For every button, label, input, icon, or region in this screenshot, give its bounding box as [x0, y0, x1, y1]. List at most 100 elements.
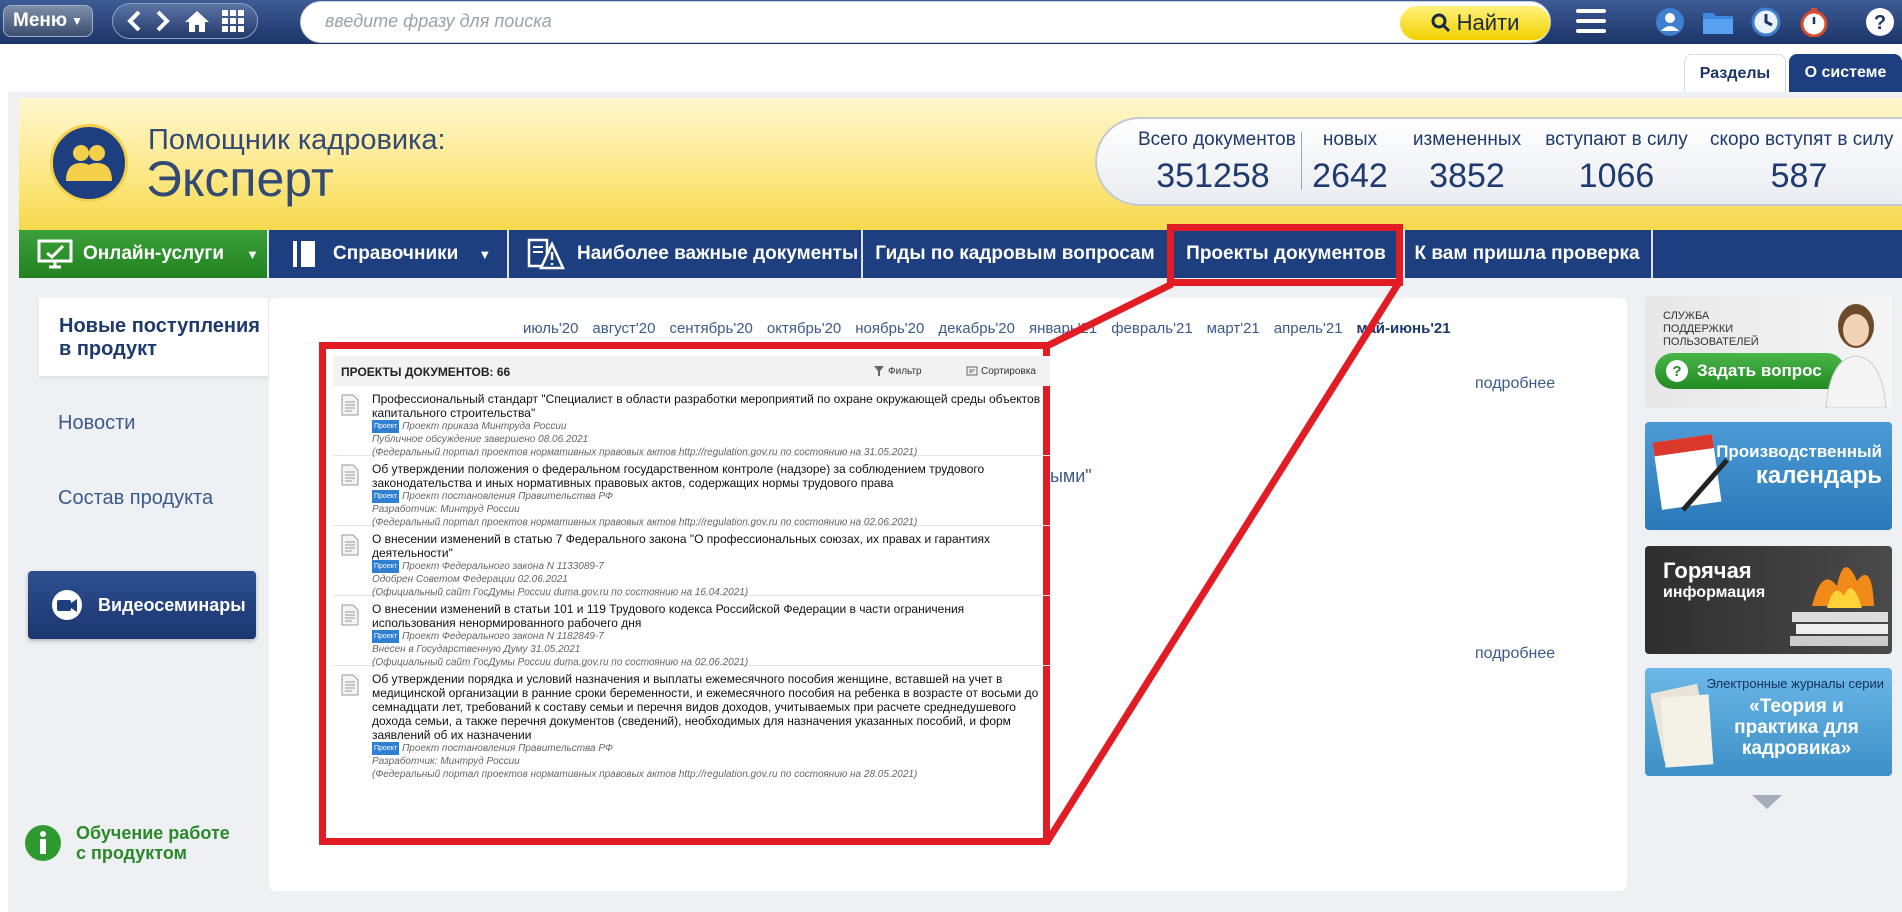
- nav-inspection[interactable]: К вам пришла проверка: [1405, 230, 1649, 278]
- month-tab[interactable]: июль'20: [523, 320, 578, 337]
- stat-soon-value: 587: [1770, 157, 1828, 195]
- brand-title: Эксперт: [146, 151, 334, 207]
- search-button[interactable]: Найти: [1400, 6, 1550, 40]
- support-operator-image: [1825, 304, 1887, 408]
- month-tab[interactable]: ноябрь'20: [855, 320, 924, 337]
- nav-online-label: Онлайн-услуги: [83, 243, 225, 264]
- project-item[interactable]: Об утверждении положения о федеральном г…: [333, 456, 1050, 528]
- stat-changed[interactable]: измененных 3852: [1412, 129, 1522, 196]
- product-logo: [50, 124, 128, 202]
- month-tab[interactable]: апрель'21: [1274, 320, 1343, 337]
- month-tab[interactable]: январь'21: [1029, 320, 1097, 337]
- training-link[interactable]: Обучение работе с продуктом: [24, 823, 236, 863]
- back-icon[interactable]: [125, 9, 143, 33]
- search-bar: Найти: [300, 1, 1551, 43]
- project-item[interactable]: О внесении изменений в статьи 101 и 119 …: [333, 596, 1050, 668]
- month-selector: июль'20 август'20 сентябрь'20 октябрь'20…: [523, 320, 1451, 337]
- nav-guides-label: Гиды по кадровым вопросам: [875, 243, 1155, 264]
- month-tab-current[interactable]: май-июнь'21: [1357, 320, 1451, 337]
- month-tab[interactable]: февраль'21: [1111, 320, 1192, 337]
- stat-total[interactable]: Всего документов 351258: [1138, 129, 1296, 196]
- sidebar-item-new-arrivals[interactable]: Новые поступления в продукт: [39, 298, 268, 376]
- ask-question-button[interactable]: ? Задать вопрос: [1655, 353, 1845, 389]
- support-card[interactable]: СЛУЖБА ПОДДЕРЖКИ ПОЛЬЗОВАТЕЛЕЙ ? Задать …: [1645, 296, 1892, 408]
- support-title: СЛУЖБА ПОДДЕРЖКИ ПОЛЬЗОВАТЕЛЕЙ: [1663, 310, 1759, 348]
- journals-card[interactable]: Электронные журналы серии «Теория и прак…: [1645, 668, 1892, 776]
- stopwatch-icon[interactable]: [1798, 6, 1830, 38]
- project-item[interactable]: Профессиональный стандарт "Специалист в …: [333, 386, 1050, 458]
- sort-label: Сортировка: [981, 365, 1036, 377]
- nav-guides[interactable]: Гиды по кадровым вопросам: [863, 230, 1167, 278]
- history-clock-icon[interactable]: [1750, 6, 1782, 38]
- stat-new-value: 2642: [1312, 157, 1388, 195]
- project-source: (Федеральный портал проектов нормативных…: [372, 769, 918, 780]
- chevron-down-icon: ▼: [71, 14, 83, 28]
- hamburger-menu-icon[interactable]: [1576, 9, 1606, 33]
- sort-button[interactable]: Сортировка: [966, 365, 1036, 377]
- project-badge: Проект: [372, 560, 400, 573]
- folder-icon[interactable]: [1702, 6, 1734, 38]
- video-seminars-button[interactable]: Видеосеминары: [28, 571, 256, 639]
- nav-important-label: Наиболее важные документы: [577, 243, 859, 264]
- search-icon: [1431, 13, 1450, 33]
- production-calendar-card[interactable]: Производственный календарь: [1645, 422, 1892, 530]
- more-link[interactable]: подробнее: [1475, 375, 1555, 393]
- stat-soon[interactable]: скоро вступят в силу 587: [1710, 129, 1894, 196]
- project-title: О внесении изменений в статьи 101 и 119 …: [372, 602, 965, 630]
- question-icon: ?: [1666, 360, 1688, 382]
- project-status: Разработчик: Минтруд России: [372, 504, 520, 515]
- project-title: О внесении изменений в статью 7 Федераль…: [372, 532, 990, 560]
- sidebar-item-news[interactable]: Новости: [58, 412, 135, 435]
- warning-document-icon: [527, 238, 565, 270]
- scroll-down-icon[interactable]: [1752, 795, 1782, 809]
- nav-important-documents[interactable]: Наиболее важные документы: [509, 230, 861, 278]
- month-tab[interactable]: август'20: [592, 320, 655, 337]
- sort-icon: [966, 366, 978, 376]
- nav-online-services[interactable]: Онлайн-услуги ▼: [19, 230, 267, 278]
- project-item[interactable]: О внесении изменений в статью 7 Федераль…: [333, 526, 1050, 598]
- month-tab[interactable]: октябрь'20: [767, 320, 841, 337]
- calendar-title-line2: календарь: [1755, 462, 1882, 489]
- book-icon: [293, 241, 315, 267]
- project-title: Об утверждении положения о федеральном г…: [372, 462, 985, 490]
- sidebar-new-arrivals-label: Новые поступления в продукт: [59, 315, 260, 360]
- project-item[interactable]: Об утверждении порядка и условий назначе…: [333, 666, 1050, 838]
- stat-soon-label: скоро вступят в силу: [1710, 129, 1894, 150]
- stat-entering-label: вступают в силу: [1545, 129, 1688, 150]
- forward-icon[interactable]: [154, 9, 172, 33]
- tab-razdely[interactable]: Разделы: [1684, 54, 1786, 92]
- menu-button[interactable]: Меню ▼: [3, 5, 93, 37]
- project-badge: Проект: [372, 742, 400, 755]
- tab-o-sisteme[interactable]: О системе: [1789, 54, 1902, 92]
- search-input[interactable]: [325, 11, 1365, 32]
- journal-title: «Теория и практика для кадровика»: [1734, 696, 1859, 759]
- project-kind: Проект постановления Правительства РФ: [402, 743, 613, 754]
- month-tab[interactable]: декабрь'20: [938, 320, 1015, 337]
- help-icon[interactable]: ?: [1864, 6, 1896, 38]
- stat-new[interactable]: новых 2642: [1308, 129, 1392, 196]
- project-kind: Проект Федерального закона N 1133089-7: [402, 561, 604, 572]
- menu-label: Меню: [13, 10, 68, 31]
- project-badge: Проект: [372, 630, 400, 643]
- project-title: Профессиональный стандарт "Специалист в …: [372, 392, 1041, 420]
- video-camera-icon: [52, 590, 82, 620]
- svg-text:?: ?: [1874, 12, 1886, 34]
- filter-button[interactable]: Фильтр: [873, 365, 922, 377]
- navigation-group: [112, 3, 258, 39]
- highlight-nav-projects: [1167, 224, 1403, 286]
- more-link[interactable]: подробнее: [1475, 645, 1555, 663]
- nav-spravochniki[interactable]: Справочники ▼: [269, 230, 507, 278]
- info-icon: [25, 825, 61, 861]
- month-tab[interactable]: сентябрь'20: [669, 320, 752, 337]
- project-badge: Проект: [372, 420, 400, 433]
- apps-grid-icon[interactable]: [221, 9, 245, 33]
- stat-changed-label: измененных: [1412, 129, 1522, 150]
- user-icon[interactable]: [1654, 6, 1686, 38]
- home-icon[interactable]: [184, 9, 210, 33]
- stat-entering[interactable]: вступают в силу 1066: [1544, 129, 1689, 196]
- hot-information-card[interactable]: Горячая информация: [1645, 546, 1892, 654]
- project-kind: Проект приказа Минтруда России: [402, 421, 567, 432]
- sidebar-item-composition[interactable]: Состав продукта: [58, 487, 213, 510]
- nav-spravochniki-label: Справочники: [333, 243, 459, 264]
- month-tab[interactable]: март'21: [1207, 320, 1260, 337]
